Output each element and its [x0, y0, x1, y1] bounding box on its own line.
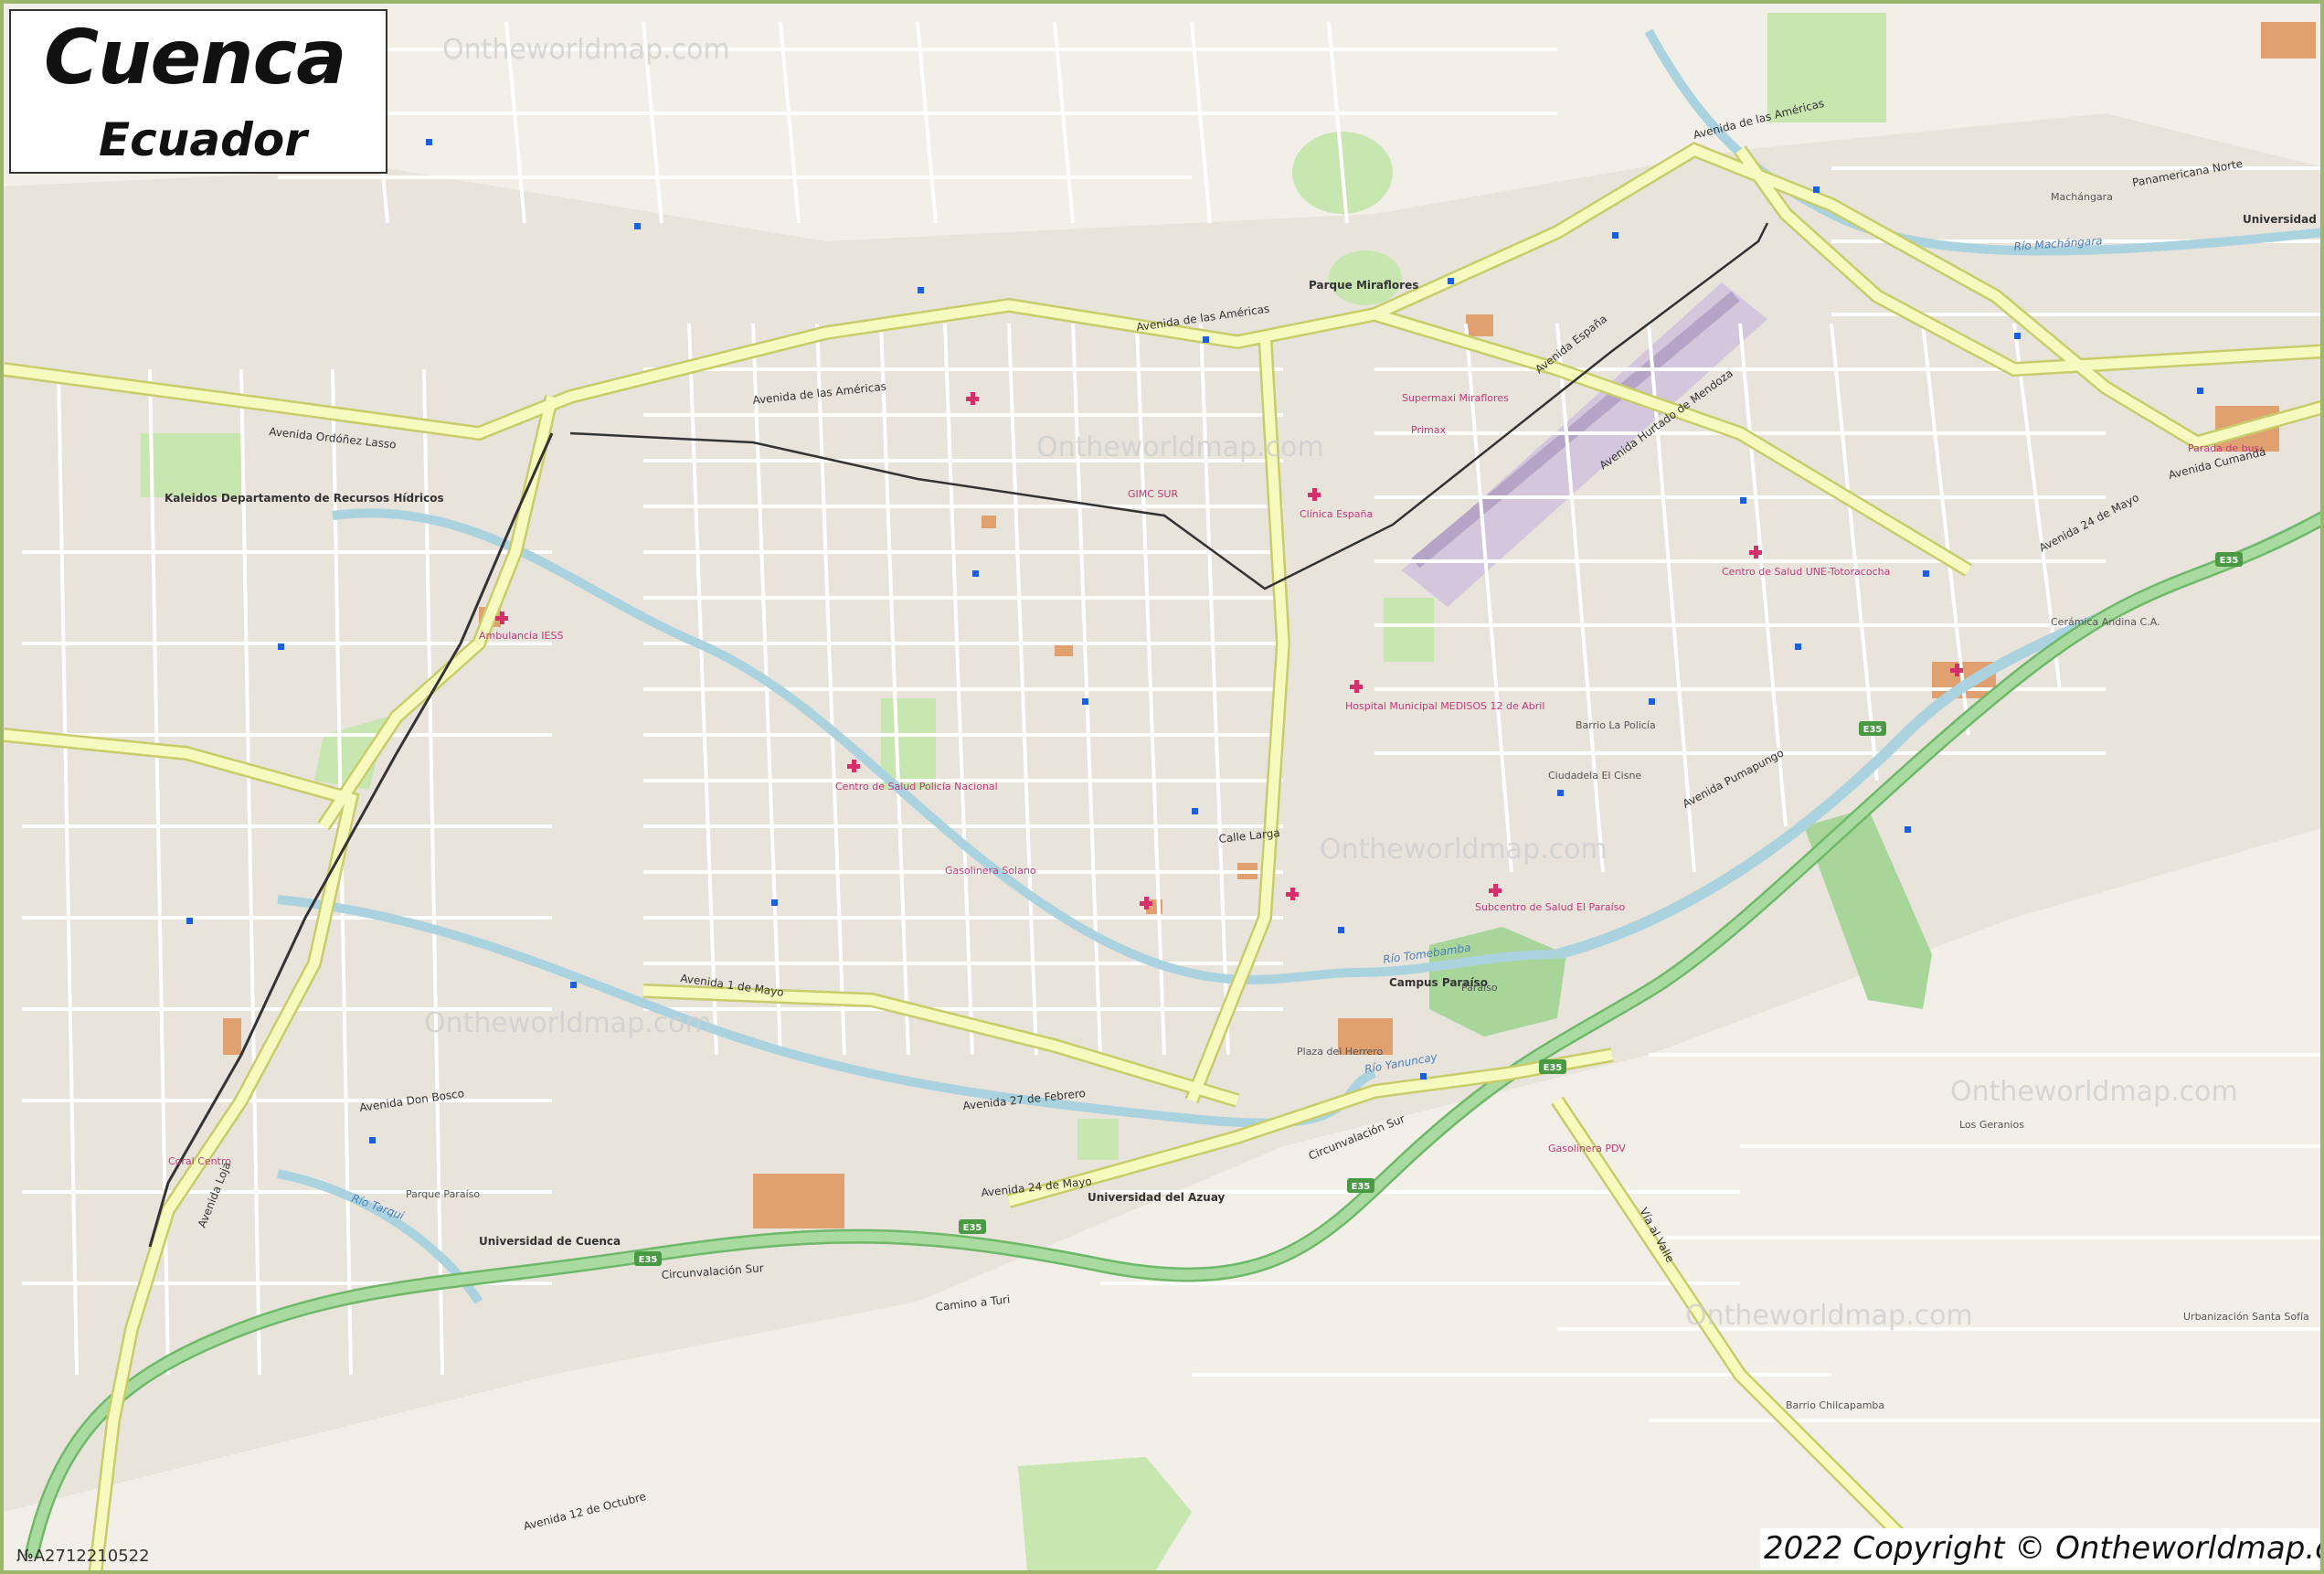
- place-label: Machángara: [2051, 191, 2113, 203]
- bus-stop[interactable]: [1192, 808, 1198, 814]
- place-label: Urbanización Santa Sofía: [2183, 1311, 2309, 1323]
- map-title-city: Cuenca: [44, 15, 346, 101]
- bus-stop[interactable]: [1740, 497, 1746, 504]
- watermark: Ontheworldmap.com: [1320, 834, 1608, 866]
- bus-stop[interactable]: [1649, 698, 1655, 705]
- highway-shield: E35: [1859, 721, 1886, 736]
- poi-label: Gasolinera PDV: [1548, 1143, 1626, 1154]
- place-label: Universidad del Azuay: [1088, 1191, 1226, 1204]
- highway-ref: E35: [1352, 1182, 1371, 1192]
- bus-stop[interactable]: [1795, 643, 1801, 650]
- building: [982, 516, 996, 528]
- bus-stop[interactable]: [1082, 698, 1088, 705]
- bus-stop[interactable]: [1420, 1073, 1427, 1079]
- park-area: [1077, 1119, 1119, 1160]
- highway-ref: E35: [639, 1255, 658, 1265]
- copyright-notice: 2022 Copyright © Ontheworldmap.com: [1760, 1528, 2320, 1569]
- poi-label: GIMC SUR: [1128, 488, 1178, 500]
- bus-stop[interactable]: [1338, 927, 1344, 933]
- building: [2261, 22, 2316, 58]
- place-label: Paraíso: [1461, 982, 1498, 994]
- highway-shield: E35: [1539, 1059, 1566, 1074]
- poi-label: Centro de Salud Policía Nacional: [835, 781, 998, 792]
- highway-ref: E35: [1863, 725, 1883, 735]
- building: [1466, 314, 1493, 336]
- highway-shield: E35: [959, 1219, 986, 1234]
- bus-stop[interactable]: [278, 643, 284, 650]
- building: [753, 1174, 844, 1228]
- place-label: Kaleidos Departamento de Recursos Hídric…: [164, 492, 444, 505]
- bus-stop[interactable]: [771, 899, 778, 906]
- map-title-country: Ecuador: [99, 113, 307, 166]
- place-label: Plaza del Herrero: [1297, 1046, 1383, 1058]
- poi-label: Coral Centro: [168, 1155, 231, 1167]
- building: [1055, 643, 1073, 656]
- park-area: [141, 433, 241, 497]
- place-label: Universidad de Cuenca: [479, 1235, 621, 1248]
- bus-stop[interactable]: [918, 287, 924, 293]
- place-label: Universidad Católica: [2243, 213, 2324, 226]
- watermark: Ontheworldmap.com: [1036, 431, 1324, 463]
- map-canvas[interactable]: E35 E35 E35 E35 E35 E35 Avenida de las A…: [4, 4, 2324, 1574]
- park-area: [1384, 598, 1434, 662]
- bus-stop[interactable]: [186, 918, 193, 924]
- watermark: Ontheworldmap.com: [424, 1007, 712, 1039]
- bus-stop[interactable]: [2014, 333, 2021, 339]
- watermark: Ontheworldmap.com: [1685, 1300, 1973, 1332]
- poi-label: Gasolinera Solano: [945, 865, 1036, 877]
- bus-stop[interactable]: [1905, 826, 1911, 833]
- poi-label: Supermaxi Miraflores: [1402, 392, 1509, 404]
- poi-label: Ambulancia IESS: [479, 630, 563, 642]
- place-label: Ciudadela El Cisne: [1548, 770, 1641, 782]
- building: [223, 1018, 241, 1055]
- watermark: Ontheworldmap.com: [442, 34, 730, 66]
- place-label: Barrio La Policía: [1576, 719, 1656, 731]
- park-area: [1329, 250, 1402, 305]
- poi-label: Parada de bus: [2188, 442, 2260, 454]
- poi-label: Clínica España: [1300, 508, 1373, 520]
- poi-label: Primax: [1411, 424, 1446, 436]
- bus-stop[interactable]: [1923, 570, 1929, 577]
- poi-label: Hospital Municipal MEDISOS 12 de Abril: [1345, 700, 1544, 712]
- map-code: №A2712210522: [16, 1547, 150, 1566]
- place-label: Barrio Chilcapamba: [1786, 1399, 1884, 1411]
- bus-stop[interactable]: [369, 1137, 376, 1143]
- highway-ref: E35: [1544, 1063, 1563, 1073]
- highway-shield: E35: [1347, 1178, 1374, 1193]
- highway-ref: E35: [963, 1223, 982, 1233]
- place-label: Los Geranios: [1959, 1119, 2024, 1131]
- bus-stop[interactable]: [634, 223, 641, 229]
- bus-stop[interactable]: [426, 139, 432, 145]
- bus-stop[interactable]: [1813, 186, 1820, 193]
- bus-stop[interactable]: [1448, 278, 1454, 284]
- bus-stop[interactable]: [570, 982, 577, 988]
- place-label: Parque Paraíso: [406, 1188, 480, 1200]
- place-label: Parque Miraflores: [1309, 279, 1418, 292]
- highway-shield: E35: [634, 1251, 662, 1266]
- poi-label: Centro de Salud UNE-Totoracocha: [1722, 566, 1890, 578]
- bus-stop[interactable]: [1203, 336, 1209, 343]
- map-title-box: Cuenca Ecuador: [9, 9, 387, 174]
- highway-ref: E35: [2220, 556, 2239, 566]
- place-label: Cerámica Andina C.A.: [2051, 616, 2160, 628]
- bus-stop[interactable]: [1612, 232, 1618, 239]
- watermark: Ontheworldmap.com: [1950, 1076, 2238, 1108]
- bus-stop[interactable]: [1557, 790, 1564, 796]
- bus-stop[interactable]: [972, 570, 979, 577]
- bus-stop[interactable]: [2197, 388, 2203, 394]
- highway-shield: E35: [2215, 552, 2243, 567]
- city-map[interactable]: E35 E35 E35 E35 E35 E35 Avenida de las A…: [0, 0, 2324, 1574]
- poi-label: Subcentro de Salud El Paraíso: [1475, 901, 1625, 913]
